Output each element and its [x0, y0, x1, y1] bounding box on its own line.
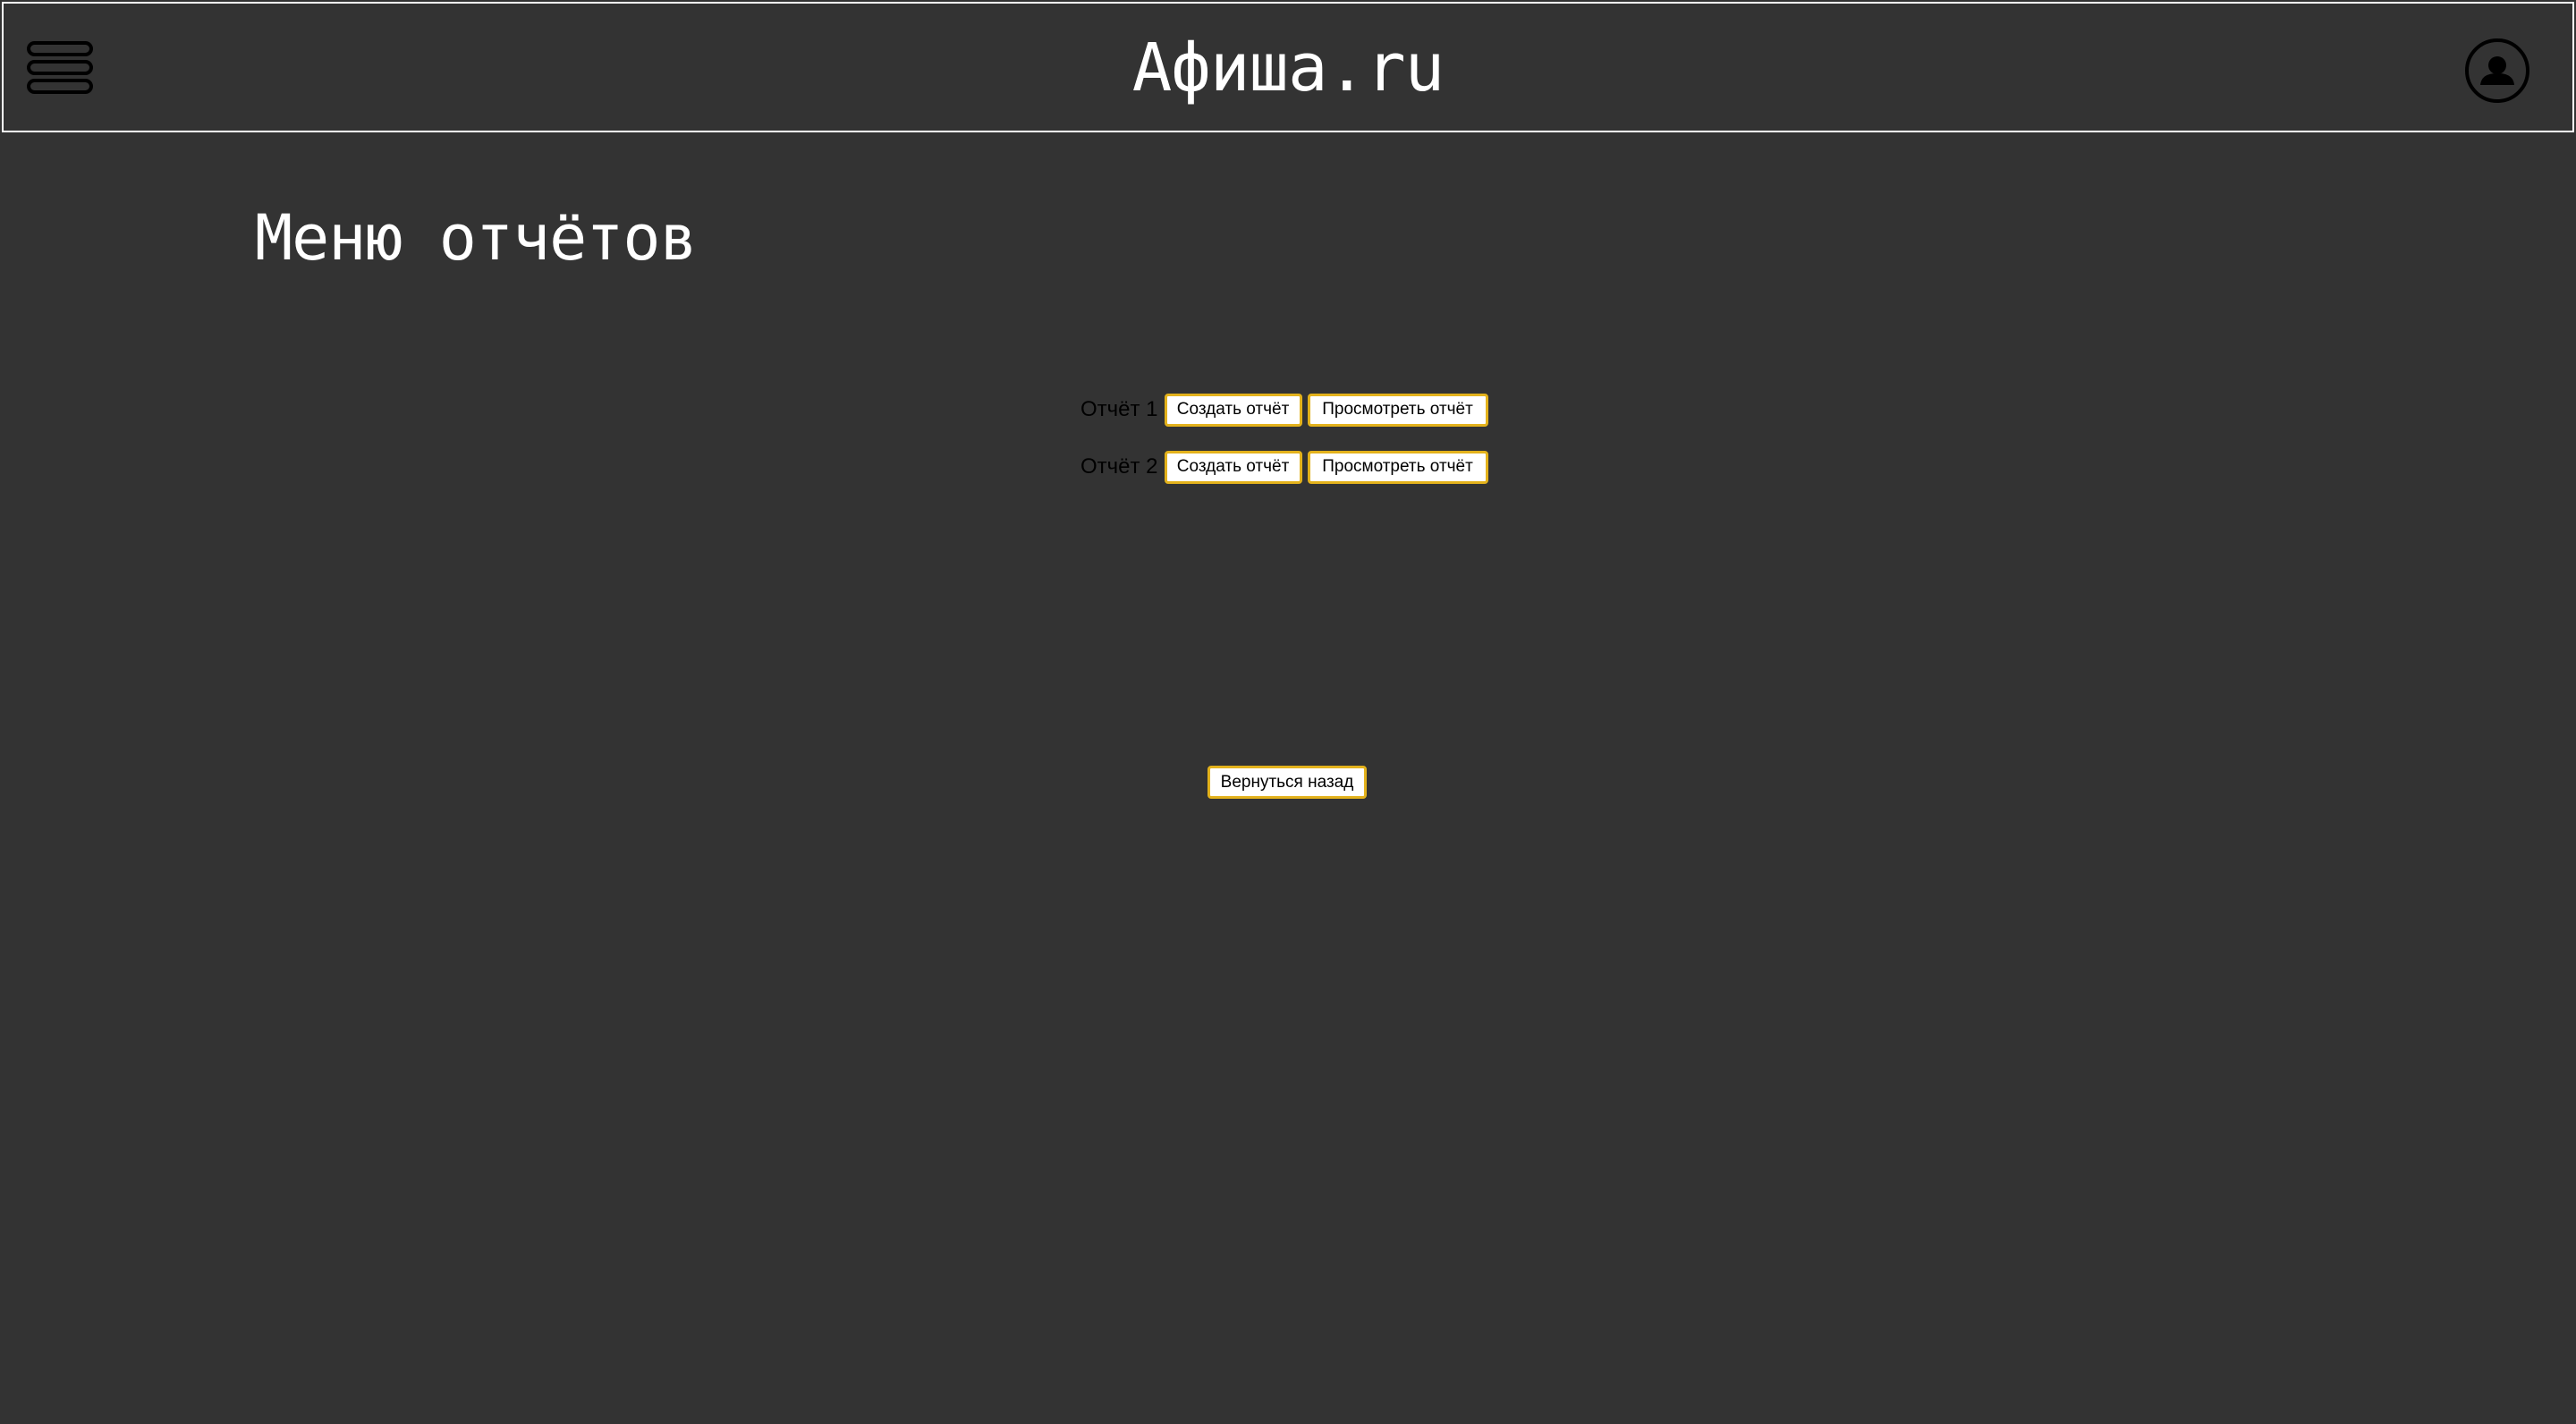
user-profile-icon[interactable]	[2465, 38, 2529, 103]
user-silhouette	[2480, 56, 2514, 85]
report-row: Отчёт 2 Создать отчёт Просмотреть отчёт	[1080, 449, 1494, 485]
create-report-button[interactable]: Создать отчёт	[1164, 393, 1302, 427]
site-header: Афиша.ru	[2, 2, 2574, 132]
report-label: Отчёт 1	[1080, 397, 1158, 421]
view-report-button[interactable]: Просмотреть отчёт	[1307, 393, 1488, 427]
site-title[interactable]: Афиша.ru	[4, 27, 2572, 109]
view-report-button[interactable]: Просмотреть отчёт	[1307, 450, 1488, 484]
page-title: Меню отчётов	[255, 201, 698, 275]
report-row: Отчёт 1 Создать отчёт Просмотреть отчёт	[1080, 392, 1494, 428]
create-report-button[interactable]: Создать отчёт	[1164, 450, 1302, 484]
back-button[interactable]: Вернуться назад	[1208, 766, 1367, 799]
report-label: Отчёт 2	[1080, 454, 1158, 479]
